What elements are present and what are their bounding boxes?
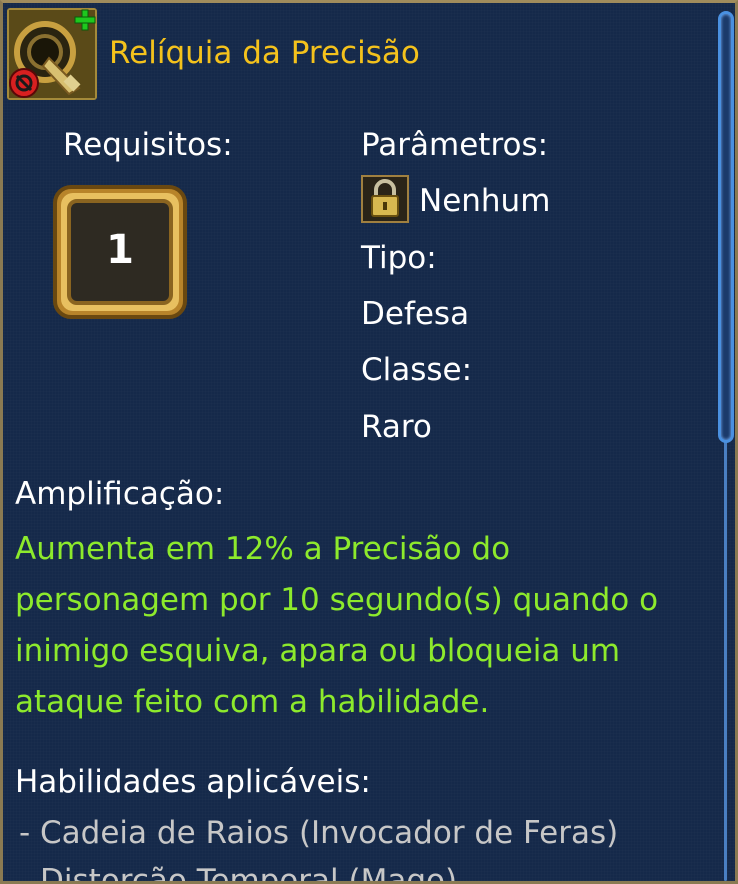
item-title: Relíquia da Precisão xyxy=(109,35,420,71)
class-value: Raro xyxy=(361,409,432,445)
amplification-line: inimigo esquiva, apara ou bloqueia um xyxy=(15,633,621,669)
level-requirement-badge: 1 xyxy=(51,183,189,321)
scrollbar-thumb[interactable] xyxy=(718,11,734,443)
add-badge-icon xyxy=(73,8,97,32)
requirements-label: Requisitos: xyxy=(63,127,233,163)
level-value: 1 xyxy=(106,227,134,273)
type-label: Tipo: xyxy=(361,240,437,276)
skill-item: - Distorção Temporal (Mago) xyxy=(19,863,458,884)
skills-label: Habilidades aplicáveis: xyxy=(15,764,371,800)
amplification-description: Aumenta em 12% a Precisão do personagem … xyxy=(15,524,715,728)
type-value: Defesa xyxy=(361,296,470,332)
parameters-label: Parâmetros: xyxy=(361,127,549,163)
class-label: Classe: xyxy=(361,352,473,388)
parameters-value: Nenhum xyxy=(419,183,551,219)
amplification-label: Amplificação: xyxy=(15,476,225,512)
amplification-line: ataque feito com a habilidade. xyxy=(15,684,490,720)
scrollbar[interactable] xyxy=(718,11,734,881)
lock-icon xyxy=(361,175,409,223)
amplification-line: personagem por 10 segundo(s) quando o xyxy=(15,582,659,618)
item-tooltip-panel: Relíquia da Precisão Requisitos: 1 Parâm… xyxy=(0,0,738,884)
amplification-line: Aumenta em 12% a Precisão do xyxy=(15,531,511,567)
skill-item: - Cadeia de Raios (Invocador de Feras) xyxy=(19,815,619,851)
scrollbar-track xyxy=(724,441,727,881)
restricted-icon xyxy=(8,67,40,99)
